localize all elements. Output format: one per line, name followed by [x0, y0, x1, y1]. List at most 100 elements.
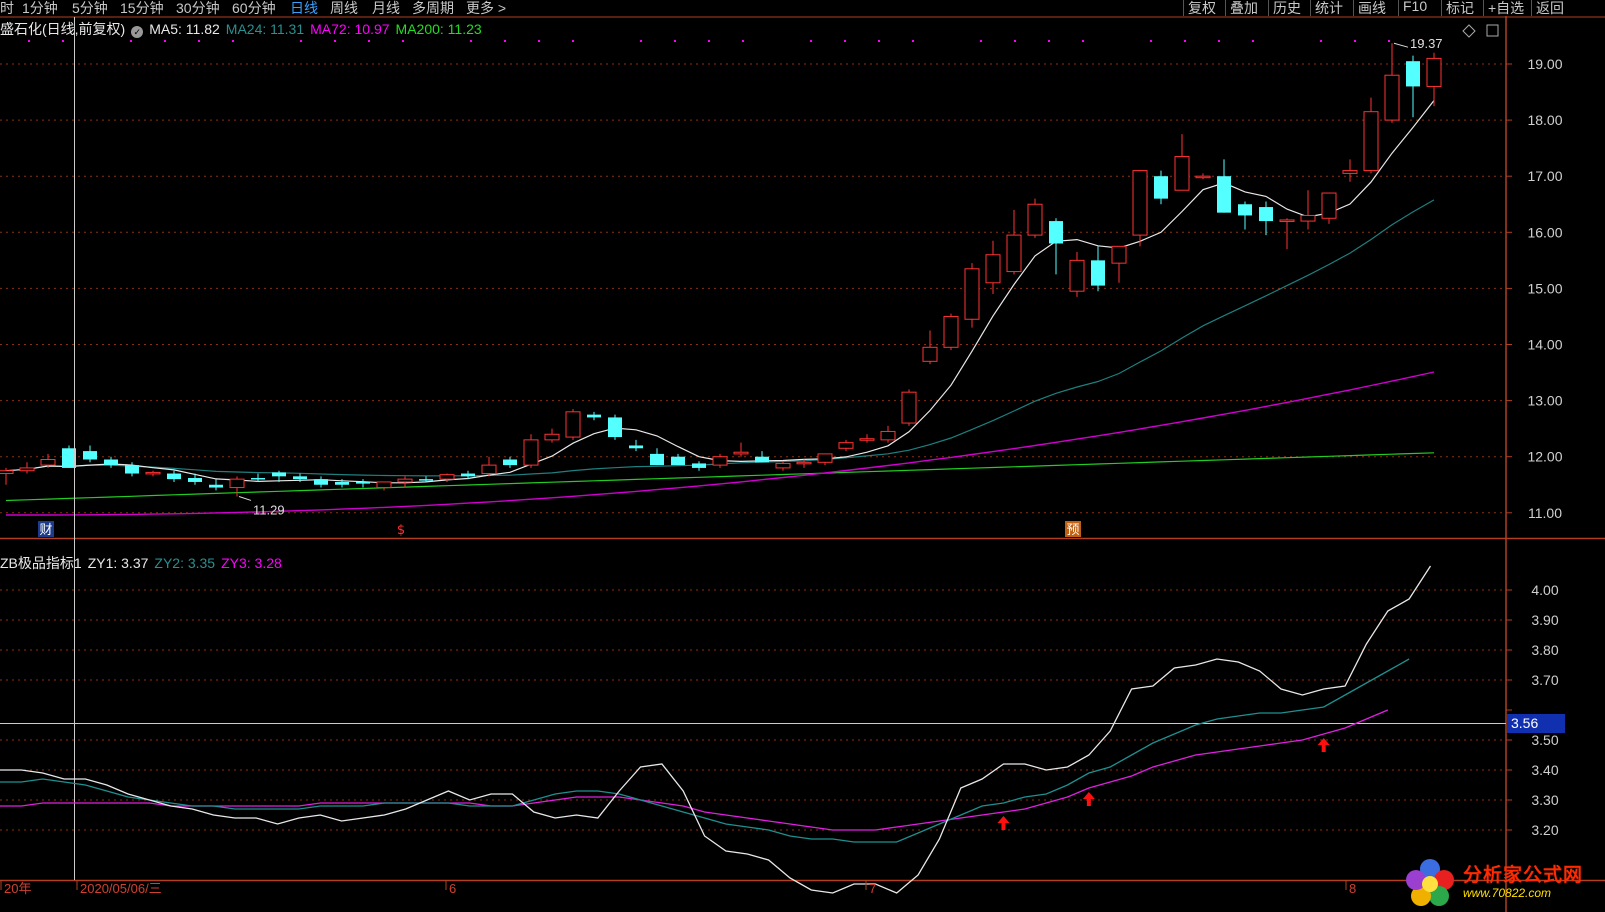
event-dot — [300, 40, 302, 42]
event-dot — [538, 40, 540, 42]
candle-body-up — [1426, 57, 1442, 87]
price-tick-label: 12.00 — [1527, 449, 1562, 465]
event-dot — [1048, 40, 1050, 42]
event-dot — [1150, 40, 1152, 42]
candle-body-down — [650, 453, 664, 466]
candle-body-up — [40, 459, 56, 466]
candle-body-up — [817, 453, 833, 463]
candle-body-up — [565, 411, 581, 438]
price-tick-label: 11.00 — [1528, 505, 1562, 521]
candle-body-up — [145, 471, 161, 475]
event-dot — [1354, 40, 1356, 42]
event-dot — [470, 40, 472, 42]
candle-body-up — [1300, 214, 1316, 222]
candle-body-down — [755, 456, 769, 463]
event-dot — [810, 40, 812, 42]
date-label: 2020/05/06/三 — [80, 881, 162, 896]
low-marker-arrow — [238, 496, 252, 501]
event-dot — [572, 40, 574, 42]
candle-body-up — [1321, 192, 1337, 219]
candle-body-down — [1406, 61, 1420, 87]
candle-body-down — [1154, 176, 1168, 199]
event-dot — [1184, 40, 1186, 42]
candle-body-down — [1049, 221, 1063, 244]
candle-body-up — [922, 346, 938, 362]
candle-body-up — [985, 254, 1001, 284]
candle-body-up — [1027, 203, 1043, 236]
candle-body-up — [1363, 111, 1379, 172]
indicator-tick-label: 3.30 — [1531, 792, 1558, 808]
candle-body-up — [838, 442, 854, 449]
event-dot — [130, 40, 132, 42]
indicator-tick-label: 3.40 — [1531, 762, 1558, 778]
ma24-line — [5, 199, 1435, 477]
candle-body-up — [229, 478, 245, 489]
event-dot — [878, 40, 880, 42]
date-label: 20年 — [4, 881, 31, 896]
indicator-tick-label: 3.70 — [1531, 672, 1558, 688]
candle-body-down — [356, 481, 370, 484]
event-dot — [1218, 40, 1220, 42]
candle-body-up — [1006, 234, 1022, 273]
event-dot — [1082, 40, 1084, 42]
kline-chart[interactable]: 19.00 18.00 17.00 16.00 15.00 14.00 13.00 12.00… — [0, 0, 1605, 912]
candle-body-down — [293, 476, 307, 480]
event-dot — [402, 40, 404, 42]
event-dot — [912, 40, 914, 42]
panel-toggle-icon — [1486, 24, 1499, 37]
price-tick-label: 17.00 — [1527, 168, 1562, 184]
candle-body-down — [104, 459, 118, 466]
candle-body-up — [544, 433, 560, 441]
indicator-tick-label: 3.20 — [1531, 822, 1558, 838]
candle-body-up — [1384, 74, 1400, 121]
candle-body-up — [0, 470, 14, 475]
candle-body-up — [481, 464, 497, 475]
candle-body-down — [1217, 176, 1231, 213]
candle-body-up — [880, 430, 896, 441]
candle-body-down — [209, 484, 223, 488]
event-dot — [1014, 40, 1016, 42]
low-price-label: 11.29 — [253, 503, 285, 518]
candle-body-down — [608, 417, 622, 438]
high-marker-arrow — [1393, 42, 1409, 48]
watermark-flower-icon — [1406, 859, 1454, 906]
candle-body-up — [1342, 170, 1358, 174]
candle-body-down — [671, 456, 685, 466]
candle-body-up — [1174, 156, 1190, 191]
date-label: 6 — [449, 881, 456, 896]
event-dot — [1320, 40, 1322, 42]
candle-body-down — [125, 465, 139, 474]
crosshair-value-label: 3.56 — [1511, 715, 1538, 731]
event-dot — [742, 40, 744, 42]
event-dot — [1252, 40, 1254, 42]
candle-body-down — [83, 451, 97, 460]
event-marker-label: 财 — [39, 523, 52, 538]
candle-body-down — [419, 479, 433, 481]
event-dot — [334, 40, 336, 42]
price-tick-label: 14.00 — [1527, 337, 1562, 353]
date-label: 8 — [1349, 881, 1356, 896]
event-dot — [640, 40, 642, 42]
indicator-tick-label: 3.50 — [1531, 732, 1558, 748]
event-dot — [232, 40, 234, 42]
price-tick-label: 16.00 — [1527, 224, 1562, 240]
candle-body-up — [523, 439, 539, 466]
candle-body-up — [964, 268, 980, 320]
event-dot — [28, 40, 30, 42]
buy-signal-arrow-icon — [997, 816, 1010, 830]
event-dot — [62, 40, 64, 42]
candle-body-up — [1069, 259, 1085, 292]
event-marker-label: 预 — [1066, 523, 1079, 538]
event-dot — [674, 40, 676, 42]
ma5-line — [5, 100, 1435, 484]
candle-body-down — [629, 445, 643, 449]
candle-body-up — [376, 481, 392, 489]
candle-body-up — [712, 456, 728, 466]
candle-body-down — [335, 481, 349, 485]
price-tick-label: 15.00 — [1527, 280, 1562, 296]
candle-body-down — [62, 448, 76, 468]
candle-body-down — [1091, 260, 1105, 286]
indicator-tick-label: 3.90 — [1531, 612, 1558, 628]
candle-body-up — [1195, 175, 1211, 179]
zy1-line — [0, 565, 1432, 894]
